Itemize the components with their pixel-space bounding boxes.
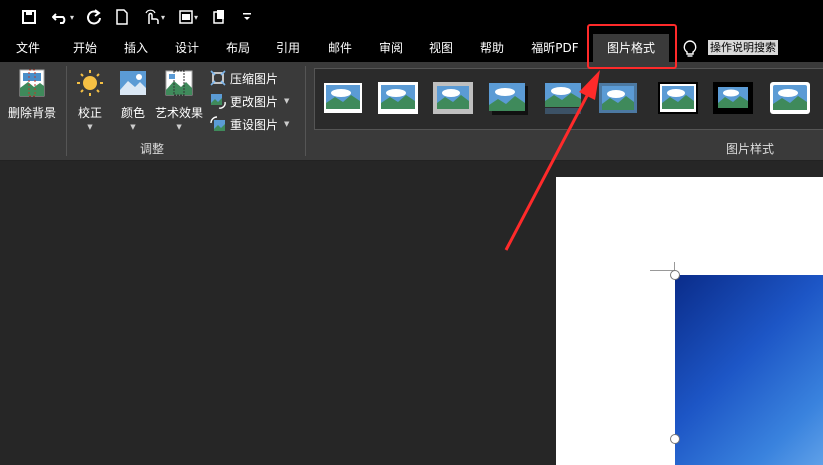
annotation-arrow: [504, 70, 600, 251]
